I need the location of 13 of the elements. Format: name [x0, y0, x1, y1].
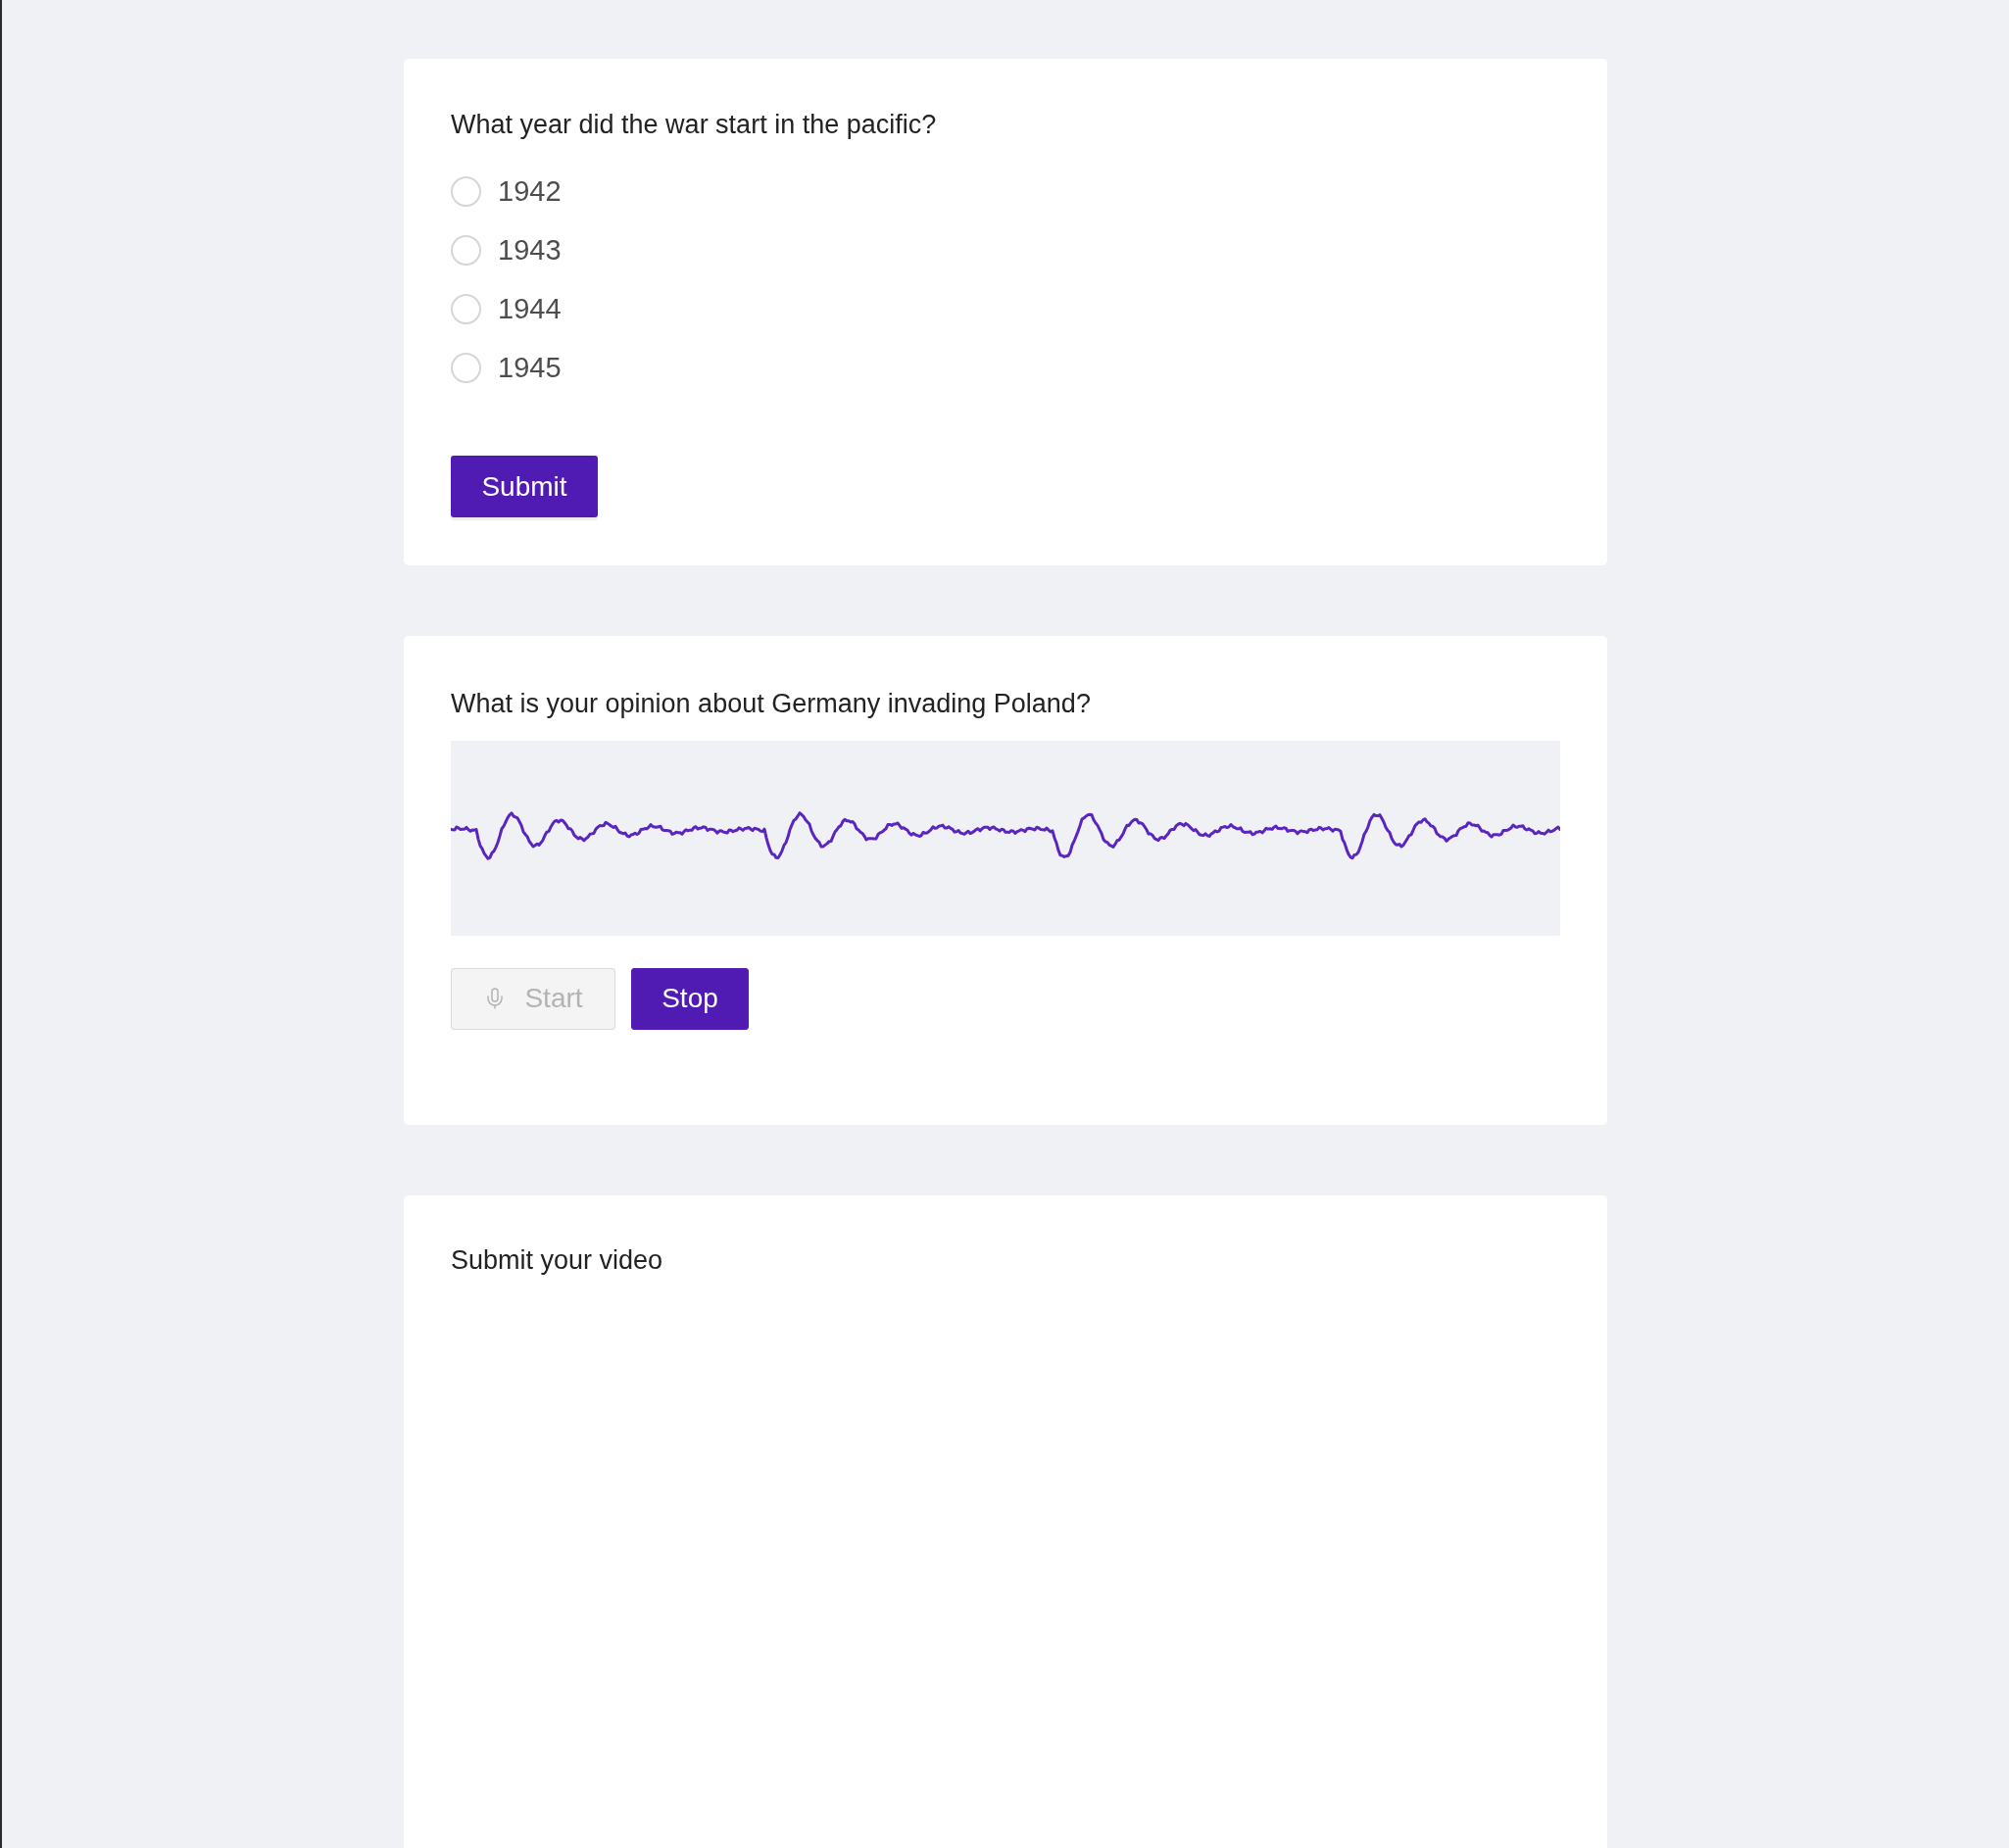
option-label[interactable]: 1943 [498, 235, 562, 265]
question-text: Submit your video [451, 1243, 663, 1277]
radio-button[interactable] [451, 234, 481, 266]
radio-button[interactable] [451, 293, 481, 324]
option-label[interactable]: 1942 [498, 176, 562, 206]
question-text: What is your opinion about Germany invading Poland? [451, 688, 1091, 720]
submit-button[interactable]: Submit [451, 456, 598, 518]
radio-button[interactable] [451, 352, 481, 383]
stop-button[interactable]: Stop [631, 967, 749, 1030]
question-text: What year did the war start in the pacific? [451, 109, 937, 141]
option-label[interactable]: 1944 [498, 294, 562, 323]
option-label[interactable]: 1945 [498, 353, 562, 382]
radio-button[interactable] [451, 175, 481, 207]
